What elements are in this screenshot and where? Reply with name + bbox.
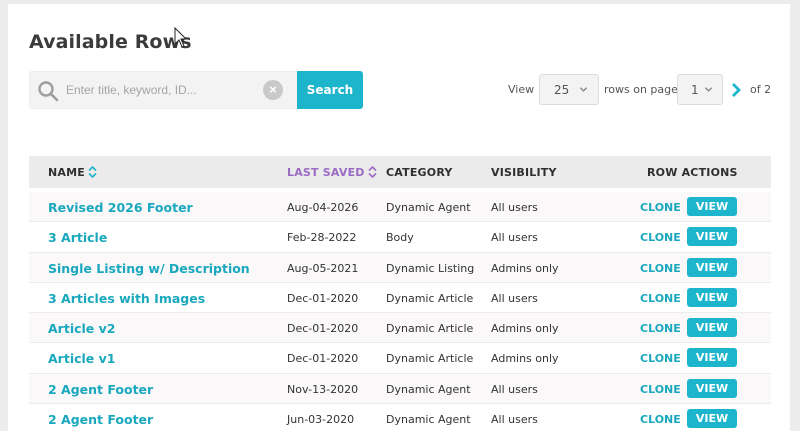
- table-body: Revised 2026 Footer Aug-04-2026 Dynamic …: [29, 192, 771, 431]
- column-header-row-actions: ROW ACTIONS: [647, 166, 738, 179]
- column-header-last-saved-label: LAST SAVED: [287, 166, 365, 179]
- sort-icon: [368, 166, 377, 178]
- sort-icon: [88, 166, 97, 178]
- search-icon: [38, 81, 59, 102]
- row-last-saved: Jun-03-2020: [287, 413, 355, 427]
- clone-link[interactable]: CLONE: [640, 352, 681, 365]
- row-category: Dynamic Article: [386, 322, 474, 336]
- clone-link[interactable]: CLONE: [640, 292, 681, 305]
- page-count-label: of 2: [750, 83, 772, 96]
- row-name-link[interactable]: 2 Agent Footer: [48, 412, 153, 427]
- row-name-link[interactable]: Single Listing w/ Description: [48, 261, 250, 276]
- row-last-saved: Dec-01-2020: [287, 322, 359, 336]
- row-category: Dynamic Agent: [386, 201, 471, 214]
- view-label: View: [508, 83, 535, 96]
- row-name-link[interactable]: Article v1: [48, 351, 115, 366]
- row-last-saved: Feb-28-2022: [287, 231, 357, 245]
- row-name-link[interactable]: Article v2: [48, 321, 115, 336]
- table-row: Single Listing w/ Description Aug-05-202…: [29, 252, 771, 283]
- row-category: Dynamic Listing: [386, 261, 475, 275]
- row-visibility: All users: [491, 291, 538, 305]
- clone-link[interactable]: CLONE: [640, 322, 681, 335]
- view-button[interactable]: VIEW: [687, 227, 737, 247]
- clone-link[interactable]: CLONE: [640, 413, 681, 426]
- view-button[interactable]: VIEW: [687, 318, 737, 338]
- row-visibility: All users: [491, 231, 538, 245]
- clone-link[interactable]: CLONE: [640, 231, 681, 244]
- clear-icon[interactable]: ×: [263, 80, 283, 100]
- view-button[interactable]: VIEW: [687, 409, 737, 429]
- row-last-saved: Nov-13-2020: [287, 382, 359, 396]
- rows-panel: Available Rows × Search View 25 rows on …: [8, 4, 790, 431]
- view-button[interactable]: VIEW: [687, 348, 737, 368]
- row-last-saved: Aug-04-2026: [287, 201, 359, 214]
- row-name-link[interactable]: 3 Article: [48, 230, 107, 245]
- view-button[interactable]: VIEW: [687, 197, 737, 216]
- table-row: 2 Agent Footer Nov-13-2020 Dynamic Agent…: [29, 373, 771, 405]
- table-row: Article v2 Dec-01-2020 Dynamic Article A…: [29, 313, 771, 344]
- table-header: NAME LAST SAVED CATEGORY VISIBILITY ROW …: [29, 156, 771, 188]
- row-last-saved: Dec-01-2020: [287, 291, 359, 305]
- clone-link[interactable]: CLONE: [640, 201, 681, 214]
- row-category: Dynamic Article: [386, 352, 474, 366]
- rows-per-page-value: 25: [554, 83, 570, 97]
- chevron-down-icon: [704, 87, 713, 92]
- row-visibility: All users: [491, 382, 538, 396]
- search-box: ×: [29, 71, 297, 109]
- page-select[interactable]: 1: [677, 74, 723, 105]
- row-visibility: Admins only: [491, 322, 559, 336]
- view-button[interactable]: VIEW: [687, 257, 737, 277]
- search-input[interactable]: [66, 72, 256, 108]
- row-last-saved: Aug-05-2021: [287, 261, 359, 275]
- row-name-link[interactable]: 2 Agent Footer: [48, 382, 153, 397]
- column-header-visibility: VISIBILITY: [491, 166, 557, 179]
- row-category: Body: [386, 231, 414, 245]
- row-visibility: Admins only: [491, 352, 559, 366]
- rows-per-page-select[interactable]: 25: [539, 74, 599, 105]
- rows-on-page-label: rows on page: [604, 83, 678, 96]
- cursor-icon: [174, 27, 188, 48]
- table-row: Revised 2026 Footer Aug-04-2026 Dynamic …: [29, 192, 771, 223]
- column-header-name[interactable]: NAME: [48, 166, 97, 179]
- column-header-last-saved[interactable]: LAST SAVED: [287, 166, 377, 179]
- row-category: Dynamic Agent: [386, 382, 471, 396]
- row-last-saved: Dec-01-2020: [287, 352, 359, 366]
- search-button[interactable]: Search: [297, 71, 363, 109]
- clone-link[interactable]: CLONE: [640, 383, 681, 396]
- row-name-link[interactable]: Revised 2026 Footer: [48, 200, 193, 215]
- table-row: 3 Article Feb-28-2022 Body All users CLO…: [29, 222, 771, 253]
- column-header-name-label: NAME: [48, 166, 85, 179]
- table-row: 3 Articles with Images Dec-01-2020 Dynam…: [29, 283, 771, 314]
- row-visibility: All users: [491, 201, 538, 214]
- chevron-down-icon: [579, 87, 588, 92]
- view-button[interactable]: VIEW: [687, 287, 737, 307]
- row-name-link[interactable]: 3 Articles with Images: [48, 291, 205, 306]
- page-value: 1: [691, 83, 699, 97]
- table-row: 2 Agent Footer Jun-03-2020 Dynamic Agent…: [29, 404, 771, 431]
- chevron-right-icon[interactable]: [730, 82, 742, 98]
- column-header-category: CATEGORY: [386, 166, 453, 179]
- view-button[interactable]: VIEW: [687, 378, 737, 398]
- page-title: Available Rows: [29, 31, 192, 53]
- table-row: Article v1 Dec-01-2020 Dynamic Article A…: [29, 343, 771, 374]
- clone-link[interactable]: CLONE: [640, 262, 681, 275]
- row-visibility: Admins only: [491, 261, 559, 275]
- row-category: Dynamic Article: [386, 291, 474, 305]
- row-category: Dynamic Agent: [386, 413, 471, 427]
- row-visibility: All users: [491, 413, 538, 427]
